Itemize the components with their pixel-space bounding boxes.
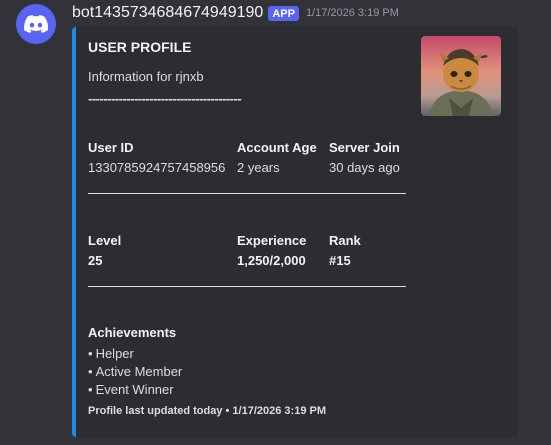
embed-thumbnail[interactable] bbox=[421, 36, 501, 116]
field-value: #15 bbox=[329, 253, 351, 268]
achievements-section: Achievements • Helper • Active Member • Eve… bbox=[88, 325, 182, 399]
chat-message: bot1435734684674949190 APP 1/17/2026 3:1… bbox=[0, 0, 551, 445]
field-name: Rank bbox=[329, 233, 361, 248]
field-name: Server Join bbox=[329, 140, 400, 155]
embed-separator: ---------------------------------------- bbox=[88, 91, 242, 106]
message-header: bot1435734684674949190 APP 1/17/2026 3:1… bbox=[72, 3, 399, 23]
bot-avatar[interactable] bbox=[16, 4, 56, 44]
user-profile-embed: USER PROFILE Information for rjnxb -----… bbox=[72, 27, 518, 437]
field-value: 1,250/2,000 bbox=[237, 253, 306, 268]
field-rank: Rank #15 bbox=[329, 233, 361, 268]
field-value: 25 bbox=[88, 253, 103, 268]
field-name: User ID bbox=[88, 140, 134, 155]
list-item: • Event Winner bbox=[88, 381, 182, 399]
field-divider bbox=[88, 286, 406, 287]
achievements-title: Achievements bbox=[88, 325, 177, 340]
username[interactable]: bot1435734684674949190 bbox=[72, 4, 263, 22]
field-name: Account Age bbox=[237, 140, 317, 155]
field-value: 2 years bbox=[237, 160, 280, 175]
achievements-list: • Helper • Active Member • Event Winner bbox=[88, 345, 182, 399]
cat-pilot-thumbnail bbox=[421, 36, 501, 116]
embed-footer: Profile last updated today • 1/17/2026 3… bbox=[88, 405, 326, 417]
field-name: Level bbox=[88, 233, 122, 248]
list-item: • Active Member bbox=[88, 363, 182, 381]
discord-logo-icon bbox=[24, 15, 48, 33]
field-account-age: Account Age 2 years bbox=[237, 140, 317, 175]
embed-description: Information for rjnxb bbox=[88, 69, 204, 84]
field-level: Level 25 bbox=[88, 233, 121, 268]
achievement-label: Event Winner bbox=[95, 382, 174, 397]
message-timestamp[interactable]: 1/17/2026 3:19 PM bbox=[306, 7, 399, 19]
bullet: • bbox=[88, 364, 93, 379]
bullet: • bbox=[88, 382, 93, 397]
field-experience: Experience 1,250/2,000 bbox=[237, 233, 306, 268]
achievement-label: Active Member bbox=[95, 364, 183, 379]
bullet: • bbox=[88, 346, 93, 361]
app-badge: APP bbox=[268, 5, 299, 21]
embed-title: USER PROFILE bbox=[88, 39, 192, 55]
achievement-label: Helper bbox=[95, 346, 134, 361]
field-value: 30 days ago bbox=[329, 160, 400, 175]
field-server-join: Server Join 30 days ago bbox=[329, 140, 400, 175]
field-user-id: User ID 1330785924757458956 bbox=[88, 140, 225, 175]
list-item: • Helper bbox=[88, 345, 182, 363]
field-value: 1330785924757458956 bbox=[88, 160, 226, 175]
field-divider bbox=[88, 193, 406, 194]
field-name: Experience bbox=[237, 233, 307, 248]
